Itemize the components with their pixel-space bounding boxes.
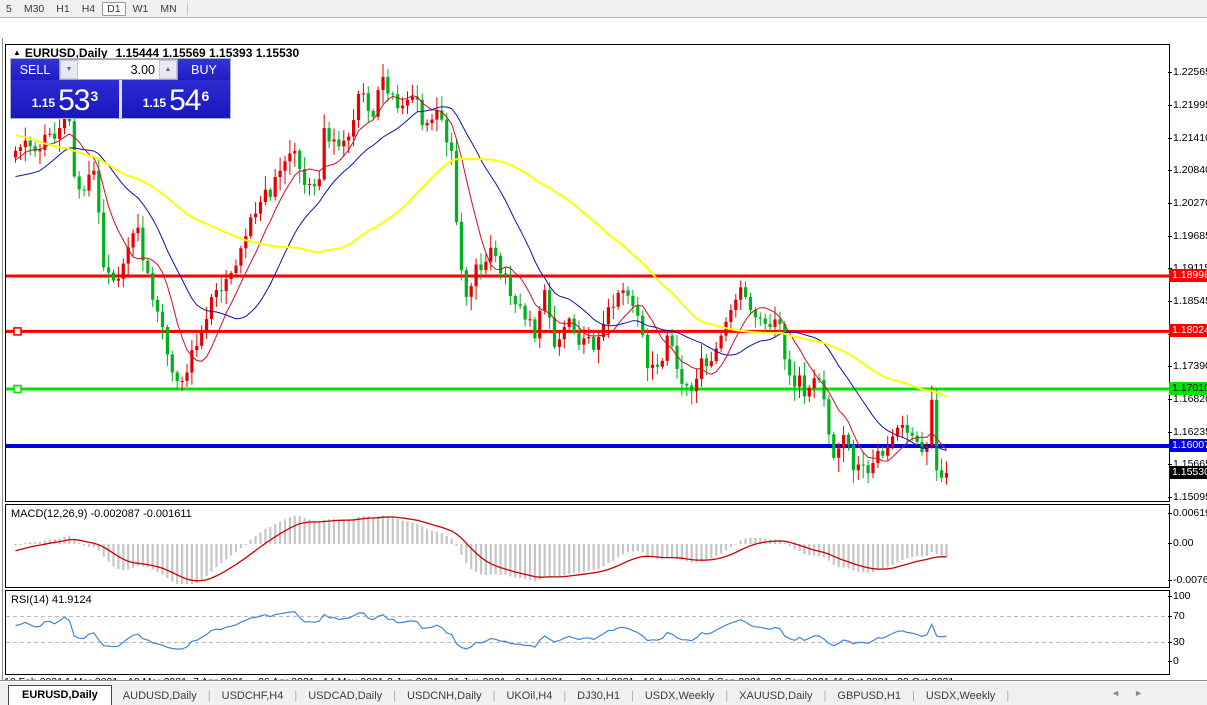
- rsi-plot: [6, 591, 1169, 674]
- timeframe-button-d1[interactable]: D1: [102, 2, 125, 16]
- price-axis-label: 1.18545: [1173, 295, 1207, 307]
- chart-tab-usdchf-h4[interactable]: USDCHF,H4: [211, 687, 295, 705]
- price-axis-label: 1.16235: [1173, 426, 1207, 438]
- axis-tick-mark: [1168, 236, 1172, 237]
- chart-tab-usdcad-daily[interactable]: USDCAD,Daily: [297, 687, 393, 705]
- ask-price-prefix: 1.15: [143, 90, 166, 116]
- line-price-badge: 1.18998: [1169, 269, 1207, 282]
- window-edge: [2, 38, 3, 695]
- axis-tick-mark: [1168, 301, 1172, 302]
- chart-tab-usdx-weekly[interactable]: USDX,Weekly: [915, 687, 1006, 705]
- rsi-label: RSI(14) 41.9124: [11, 594, 92, 606]
- bid-price-pipette: 3: [90, 90, 98, 102]
- axis-tick-mark: [1168, 580, 1172, 581]
- axis-tick-mark: [1168, 432, 1172, 433]
- one-click-trading-widget: SELL ▼ ▲ BUY 1.15 53 3 1.15 54 6: [10, 58, 231, 119]
- chart-tab-gbpusd-h1[interactable]: GBPUSD,H1: [826, 687, 912, 705]
- volume-decrease-button[interactable]: ▼: [60, 60, 78, 79]
- tab-scroll-arrows: ◄►: [1111, 688, 1157, 698]
- axis-tick-mark: [1168, 203, 1172, 204]
- volume-box: ▼ ▲: [59, 59, 178, 80]
- mt4-window: 5M30H1H4D1W1MN ▲EURUSD,Daily1.15444 1.15…: [0, 0, 1207, 705]
- chart-tab-usdx-weekly[interactable]: USDX,Weekly: [634, 687, 725, 705]
- ask-price-main: 54: [169, 86, 200, 116]
- axis-tick-mark: [1168, 513, 1172, 514]
- tab-scroll-right-icon[interactable]: ►: [1134, 688, 1157, 698]
- price-axis-label: 1.17390: [1173, 360, 1207, 372]
- macd-axis-label: 0.006193: [1173, 507, 1207, 519]
- timeframe-button-h4[interactable]: H4: [77, 2, 100, 16]
- sell-button[interactable]: SELL: [11, 59, 59, 80]
- axis-tick-mark: [1168, 642, 1172, 643]
- macd-pane[interactable]: MACD(12,26,9) -0.002087 -0.001611: [5, 504, 1170, 588]
- axis-tick-mark: [1168, 464, 1172, 465]
- axis-tick-mark: [1168, 661, 1172, 662]
- price-axis-label: 1.21410: [1173, 132, 1207, 144]
- rsi-pane[interactable]: RSI(14) 41.9124: [5, 590, 1170, 675]
- axis-tick-mark: [1168, 138, 1172, 139]
- buy-button[interactable]: BUY: [178, 59, 230, 80]
- volume-input[interactable]: [78, 60, 159, 79]
- bid-price-main: 53: [58, 86, 89, 116]
- axis-tick-mark: [1168, 399, 1172, 400]
- macd-label: MACD(12,26,9) -0.002087 -0.001611: [11, 508, 192, 520]
- timeframe-button-m30[interactable]: M30: [19, 2, 49, 16]
- timeframe-button-mn[interactable]: MN: [155, 2, 181, 16]
- chart-tab-ukoil-h4[interactable]: UKOil,H4: [495, 687, 563, 705]
- axis-tick-mark: [1168, 616, 1172, 617]
- price-axis-label: 1.20270: [1173, 197, 1207, 209]
- rsi-axis-label: 30: [1173, 636, 1185, 648]
- rsi-axis-label: 70: [1173, 610, 1185, 622]
- tab-scroll-left-icon[interactable]: ◄: [1111, 688, 1134, 698]
- ask-price-pipette: 6: [201, 90, 209, 102]
- line-price-badge: 1.17010: [1169, 382, 1207, 395]
- chart-tab-dj30-h1[interactable]: DJ30,H1: [566, 687, 631, 705]
- current-price-badge: 1.15530: [1169, 466, 1207, 479]
- price-axis-label: 1.21995: [1173, 99, 1207, 111]
- chart-tab-eurusd-daily[interactable]: EURUSD,Daily: [8, 685, 112, 705]
- macd-axis-label: -0.00762: [1173, 574, 1207, 586]
- axis-tick-mark: [1168, 72, 1172, 73]
- timeframe-button-h1[interactable]: H1: [51, 2, 74, 16]
- tab-separator: |: [1006, 690, 1009, 705]
- bid-price-prefix: 1.15: [32, 90, 55, 116]
- chart-tab-usdcnh-daily[interactable]: USDCNH,Daily: [396, 687, 493, 705]
- price-axis-label: 1.20840: [1173, 164, 1207, 176]
- rsi-axis-label: 100: [1173, 590, 1191, 602]
- toolbar-separator: [187, 3, 188, 15]
- price-axis-label: 1.19685: [1173, 230, 1207, 242]
- collapse-triangle-icon[interactable]: ▲: [13, 48, 21, 57]
- chart-tab-bar: EURUSD,DailyAUDUSD,Daily|USDCHF,H4|USDCA…: [0, 680, 1207, 705]
- volume-increase-button[interactable]: ▲: [159, 60, 177, 79]
- axis-tick-mark: [1168, 105, 1172, 106]
- axis-tick-mark: [1168, 543, 1172, 544]
- macd-axis-label: 0.00: [1173, 537, 1193, 549]
- line-price-badge: 1.16007: [1169, 439, 1207, 452]
- price-axis-label: 1.22565: [1173, 66, 1207, 78]
- axis-tick-mark: [1168, 596, 1172, 597]
- timeframe-button-w1[interactable]: W1: [128, 2, 154, 16]
- chart-tab-xauusd-daily[interactable]: XAUUSD,Daily: [728, 687, 823, 705]
- rsi-axis-label: 0: [1173, 655, 1179, 667]
- timeframe-toolbar: 5M30H1H4D1W1MN: [0, 0, 1207, 18]
- axis-tick-mark: [1168, 497, 1172, 498]
- ask-price-box[interactable]: 1.15 54 6: [122, 80, 230, 118]
- chart-window: ▲EURUSD,Daily1.15444 1.15569 1.15393 1.1…: [0, 18, 1207, 679]
- chart-tab-audusd-daily[interactable]: AUDUSD,Daily: [112, 687, 208, 705]
- timeframe-button-5[interactable]: 5: [1, 2, 17, 16]
- price-axis-label: 1.15095: [1173, 491, 1207, 503]
- bid-price-box[interactable]: 1.15 53 3: [11, 80, 119, 118]
- line-price-badge: 1.18024: [1169, 324, 1207, 337]
- axis-tick-mark: [1168, 170, 1172, 171]
- axis-tick-mark: [1168, 366, 1172, 367]
